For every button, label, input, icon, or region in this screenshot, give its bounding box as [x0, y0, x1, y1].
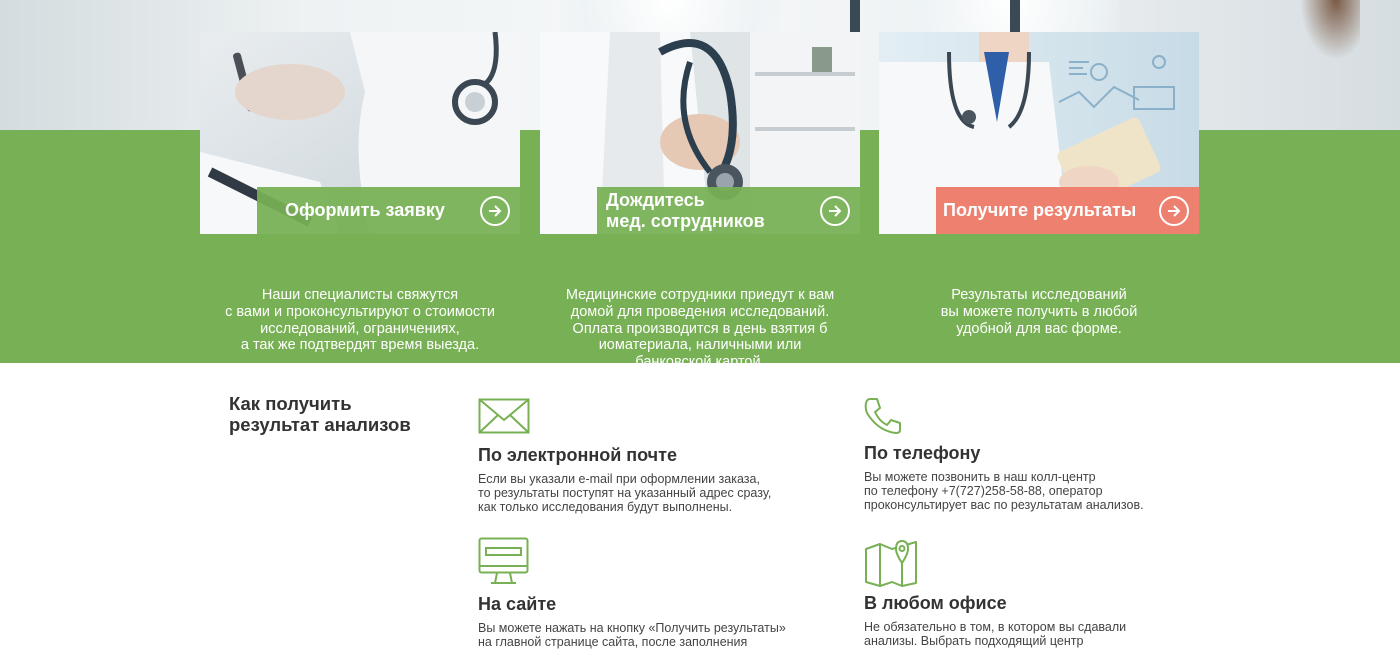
method-office: В любом офисе Не обязательно в том, в ко…	[864, 537, 1204, 648]
description-line: а так же подтвердят время выезда.	[240, 337, 480, 354]
arrow-right-circle-icon[interactable]	[820, 195, 850, 226]
arrow-right-circle-icon[interactable]	[480, 195, 510, 226]
step-title: Получите результаты	[943, 200, 1137, 220]
method-title: По электронной почте	[478, 445, 677, 465]
description-line: банковской картой.	[635, 354, 765, 371]
map-pin-icon	[865, 539, 917, 587]
arrow-right-circle-icon[interactable]	[1159, 195, 1189, 226]
description-line: Наши специалисты свяжутся	[261, 287, 459, 303]
method-text-line: Вы можете позвонить в наш колл-центр	[864, 470, 1096, 484]
step-title: Оформить заявку	[285, 200, 445, 220]
step-title-line: Дождитесь	[606, 189, 705, 210]
method-text: Вы можете позвонить в наш колл-центр по …	[864, 470, 1204, 512]
method-website: На сайте Вы можете нажать на кнопку «Пол…	[478, 537, 818, 649]
description-line: Оплата производится в день взятия б	[572, 320, 828, 337]
method-text-line: как только исследования будут выполнены.	[478, 500, 733, 514]
description-line: домой для проведения исследований.	[570, 303, 830, 320]
description-line: Медицинские сотрудники приедут к вам	[565, 287, 835, 303]
method-title: В любом офисе	[864, 593, 1007, 613]
description-line: иоматериала, наличными или	[598, 337, 802, 354]
phone-icon	[864, 398, 901, 434]
step-title: Дождитесь мед. сотрудников	[597, 190, 820, 232]
step-title-line: мед. сотрудников	[606, 210, 765, 231]
method-title: На сайте	[478, 594, 557, 614]
step-description: Медицинские сотрудники приедут к вам дом…	[540, 287, 860, 371]
description-line: исследований, ограничениях,	[260, 320, 460, 337]
method-text-line: Не обязательно в том, в котором вы сдава…	[864, 620, 1127, 634]
method-text: Если вы указали e-mail при оформлении за…	[478, 472, 818, 514]
step-label[interactable]: Дождитесь мед. сотрудников	[597, 187, 860, 234]
envelope-icon	[478, 398, 530, 434]
step-description: Наши специалисты свяжутся с вами и проко…	[200, 287, 520, 354]
results-section-title: Как получить результат анализов	[229, 393, 449, 435]
method-text-line: на главной странице сайта, после заполне…	[478, 635, 748, 649]
description-line: вы можете получить в любой	[940, 303, 1138, 320]
description-line: с вами и проконсультируют о стоимости	[225, 303, 495, 320]
step-label[interactable]: Получите результаты	[936, 187, 1199, 234]
method-text-line: по телефону +7(727)258-58-88, оператор	[864, 484, 1103, 498]
step-card-wait[interactable]: Дождитесь мед. сотрудников Медицинские с…	[540, 32, 860, 370]
description-line: Результаты исследований	[951, 287, 1127, 303]
method-phone: По телефону Вы можете позвонить в наш ко…	[864, 396, 1204, 512]
step-label[interactable]: Оформить заявку	[257, 187, 520, 234]
description-line: удобной для вас форме.	[956, 320, 1122, 337]
step-card-results[interactable]: Получите результаты Результаты исследова…	[879, 32, 1199, 337]
method-text: Вы можете нажать на кнопку «Получить рез…	[478, 621, 818, 649]
method-title: По телефону	[864, 443, 981, 463]
monitor-icon	[478, 537, 529, 584]
results-title-line: результат анализов	[229, 414, 411, 435]
method-text-line: то результаты поступят на указанный адре…	[478, 486, 772, 500]
method-text: Не обязательно в том, в котором вы сдава…	[864, 620, 1204, 648]
step-card-order[interactable]: Оформить заявку Наши специалисты свяжутс…	[200, 32, 520, 353]
results-title-line: Как получить	[229, 393, 352, 414]
method-text-line: Вы можете нажать на кнопку «Получить рез…	[478, 621, 786, 635]
step-description: Результаты исследований вы можете получи…	[879, 287, 1199, 337]
method-email: По электронной почте Если вы указали e-m…	[478, 396, 818, 514]
method-text-line: проконсультирует вас по результатам анал…	[864, 498, 1144, 512]
method-text-line: Если вы указали e-mail при оформлении за…	[478, 472, 760, 486]
